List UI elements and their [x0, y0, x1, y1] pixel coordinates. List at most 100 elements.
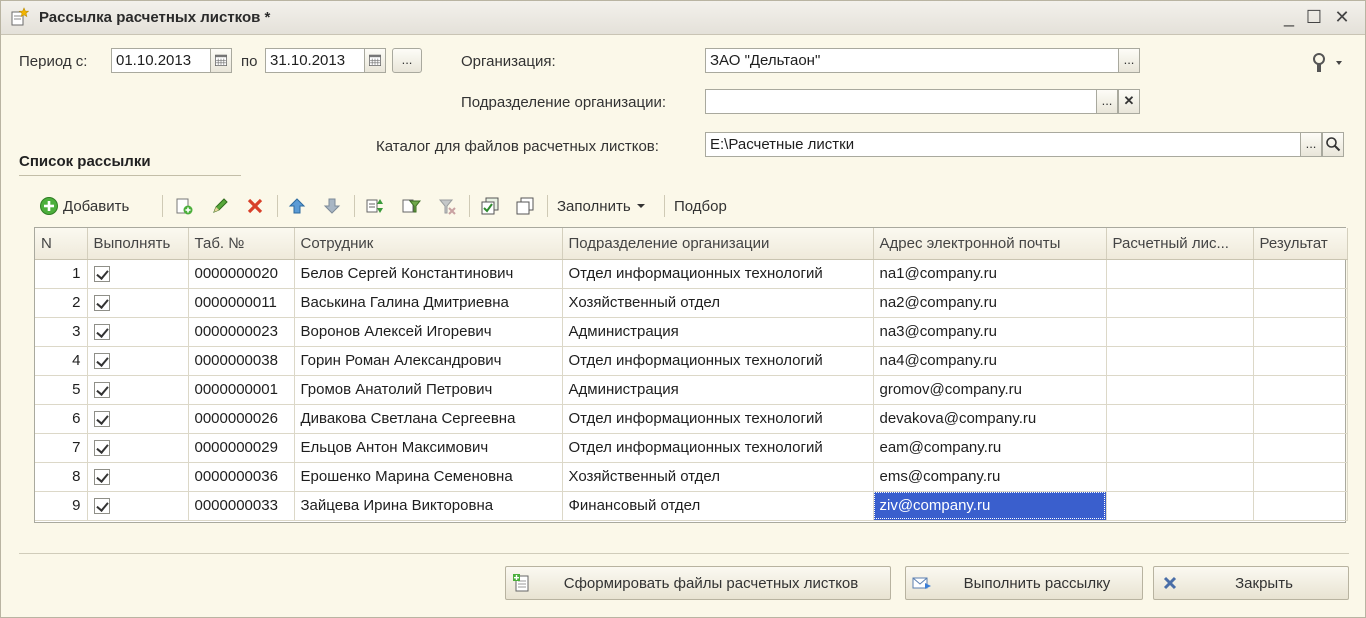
column-header-payslip[interactable]: Расчетный лис...: [1106, 228, 1254, 260]
email-cell[interactable]: ems@company.ru: [873, 462, 1107, 492]
department-cell[interactable]: Хозяйственный отдел: [562, 288, 874, 318]
table-row[interactable]: 3 0000000023 Воронов Алексей Игоревич Админ…: [35, 317, 1348, 347]
edit-row-button[interactable]: [210, 193, 230, 219]
payslip-cell[interactable]: [1106, 404, 1254, 434]
result-cell[interactable]: [1253, 288, 1348, 318]
table-row[interactable]: 4 0000000038 Горин Роман Александрович Отде…: [35, 346, 1348, 376]
organization-select-button[interactable]: ...: [1118, 48, 1140, 73]
period-select-button[interactable]: ...: [392, 48, 422, 73]
column-header-tab-number[interactable]: Таб. №: [188, 228, 295, 260]
column-header-department[interactable]: Подразделение организации: [562, 228, 874, 260]
email-cell[interactable]: na4@company.ru: [873, 346, 1107, 376]
result-cell[interactable]: [1253, 317, 1348, 347]
date-to-field[interactable]: 31.10.2013: [265, 48, 365, 73]
tab-number-cell[interactable]: 0000000001: [188, 375, 295, 405]
employee-cell[interactable]: Ельцов Антон Максимович: [294, 433, 563, 463]
date-from-field[interactable]: 01.10.2013: [111, 48, 211, 73]
email-cell[interactable]: na3@company.ru: [873, 317, 1107, 347]
department-cell[interactable]: Администрация: [562, 317, 874, 347]
execute-checkbox[interactable]: [93, 440, 110, 457]
delete-row-button[interactable]: [245, 193, 265, 219]
date-from-calendar-button[interactable]: [210, 48, 232, 73]
email-cell[interactable]: eam@company.ru: [873, 433, 1107, 463]
result-cell[interactable]: [1253, 433, 1348, 463]
execute-cell[interactable]: [87, 288, 189, 318]
department-cell[interactable]: Хозяйственный отдел: [562, 462, 874, 492]
send-mailing-button[interactable]: Выполнить рассылку: [905, 566, 1143, 600]
result-cell[interactable]: [1253, 462, 1348, 492]
email-cell[interactable]: na1@company.ru: [873, 259, 1107, 289]
column-header-employee[interactable]: Сотрудник: [294, 228, 563, 260]
move-down-button[interactable]: [322, 193, 342, 219]
catalog-select-button[interactable]: ...: [1300, 132, 1322, 157]
table-row[interactable]: 7 0000000029 Ельцов Антон Максимович Отдел …: [35, 433, 1348, 463]
execute-cell[interactable]: [87, 317, 189, 347]
tab-number-cell[interactable]: 0000000033: [188, 491, 295, 521]
department-cell[interactable]: Отдел информационных технологий: [562, 404, 874, 434]
result-cell[interactable]: [1253, 491, 1348, 521]
department-cell[interactable]: Администрация: [562, 375, 874, 405]
maximize-button[interactable]: ☐: [1304, 7, 1324, 27]
add-button[interactable]: Добавить: [39, 193, 129, 219]
email-cell[interactable]: na2@company.ru: [873, 288, 1107, 318]
date-to-calendar-button[interactable]: [364, 48, 386, 73]
tab-number-cell[interactable]: 0000000026: [188, 404, 295, 434]
settings-menu-button[interactable]: [1309, 51, 1345, 75]
department-select-button[interactable]: ...: [1096, 89, 1118, 114]
execute-cell[interactable]: [87, 433, 189, 463]
execute-checkbox[interactable]: [93, 382, 110, 399]
fill-menu-button[interactable]: Заполнить: [557, 193, 646, 219]
catalog-field[interactable]: E:\Расчетные листки: [705, 132, 1301, 157]
employee-cell[interactable]: Громов Анатолий Петрович: [294, 375, 563, 405]
execute-cell[interactable]: [87, 491, 189, 521]
result-cell[interactable]: [1253, 404, 1348, 434]
pick-button[interactable]: Подбор: [674, 193, 727, 219]
execute-cell[interactable]: [87, 259, 189, 289]
tab-number-cell[interactable]: 0000000011: [188, 288, 295, 318]
payslip-cell[interactable]: [1106, 259, 1254, 289]
uncheck-all-button[interactable]: [515, 193, 535, 219]
table-row[interactable]: 2 0000000011 Васькина Галина Дмитриевна Хоз…: [35, 288, 1348, 318]
email-cell[interactable]: ziv@company.ru: [873, 491, 1107, 521]
execute-checkbox[interactable]: [93, 498, 110, 515]
close-button[interactable]: Закрыть: [1153, 566, 1349, 600]
table-row[interactable]: 6 0000000026 Дивакова Светлана Сергеевна От…: [35, 404, 1348, 434]
tab-number-cell[interactable]: 0000000023: [188, 317, 295, 347]
table-row[interactable]: 1 0000000020 Белов Сергей Константинович От…: [35, 259, 1348, 289]
email-cell[interactable]: devakova@company.ru: [873, 404, 1107, 434]
execute-cell[interactable]: [87, 462, 189, 492]
payslip-cell[interactable]: [1106, 346, 1254, 376]
execute-checkbox[interactable]: [93, 411, 110, 428]
tab-number-cell[interactable]: 0000000020: [188, 259, 295, 289]
result-cell[interactable]: [1253, 346, 1348, 376]
copy-row-button[interactable]: [174, 193, 194, 219]
column-header-execute[interactable]: Выполнять: [87, 228, 189, 260]
employee-cell[interactable]: Ерошенко Марина Семеновна: [294, 462, 563, 492]
department-cell[interactable]: Отдел информационных технологий: [562, 433, 874, 463]
execute-cell[interactable]: [87, 404, 189, 434]
close-window-button[interactable]: ✕: [1332, 7, 1352, 27]
employee-cell[interactable]: Горин Роман Александрович: [294, 346, 563, 376]
execute-checkbox[interactable]: [93, 469, 110, 486]
payslip-cell[interactable]: [1106, 288, 1254, 318]
catalog-open-button[interactable]: [1322, 132, 1344, 157]
filter-button[interactable]: [401, 193, 421, 219]
move-up-button[interactable]: [287, 193, 307, 219]
table-row[interactable]: 8 0000000036 Ерошенко Марина Семеновна Хозя…: [35, 462, 1348, 492]
department-cell[interactable]: Отдел информационных технологий: [562, 346, 874, 376]
execute-checkbox[interactable]: [93, 266, 110, 283]
execute-cell[interactable]: [87, 346, 189, 376]
result-cell[interactable]: [1253, 375, 1348, 405]
department-clear-button[interactable]: ✕: [1118, 89, 1140, 114]
payslip-cell[interactable]: [1106, 375, 1254, 405]
email-cell[interactable]: gromov@company.ru: [873, 375, 1107, 405]
execute-checkbox[interactable]: [93, 295, 110, 312]
employee-cell[interactable]: Зайцева Ирина Викторовна: [294, 491, 563, 521]
column-header-email[interactable]: Адрес электронной почты: [873, 228, 1107, 260]
check-all-button[interactable]: [480, 193, 500, 219]
employee-cell[interactable]: Белов Сергей Константинович: [294, 259, 563, 289]
minimize-button[interactable]: _: [1279, 7, 1299, 27]
organization-field[interactable]: ЗАО "Дельтаон": [705, 48, 1119, 73]
execute-checkbox[interactable]: [93, 353, 110, 370]
result-cell[interactable]: [1253, 259, 1348, 289]
